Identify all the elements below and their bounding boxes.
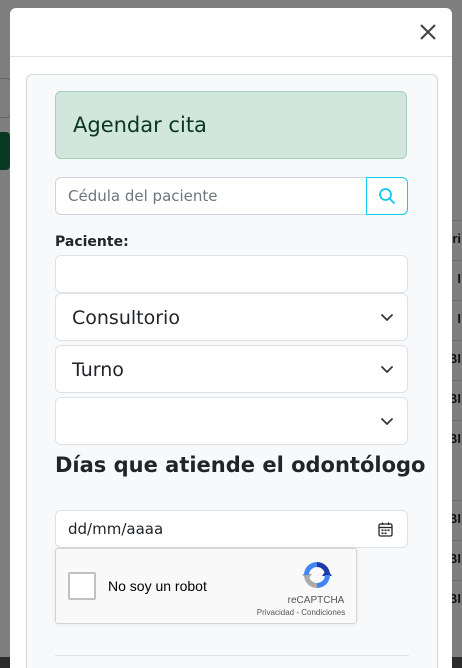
close-button[interactable]	[417, 21, 439, 43]
recaptcha-links: Privacidad - Condiciones	[246, 608, 356, 617]
patient-name-field[interactable]	[55, 255, 408, 293]
recaptcha-terms-link[interactable]: Condiciones	[301, 608, 345, 617]
chevron-down-icon	[381, 418, 393, 425]
appointment-form-card: Agendar cita Paciente: Consultorio Turno	[26, 74, 438, 668]
form-divider	[55, 655, 409, 656]
close-icon	[420, 24, 436, 40]
appointment-modal: Agendar cita Paciente: Consultorio Turno	[10, 8, 452, 668]
dentist-days-heading: Días que atiende el odontólogo	[55, 453, 426, 477]
appointment-date-input[interactable]: dd/mm/aaaa	[55, 510, 408, 548]
turno-select[interactable]: Turno	[55, 345, 408, 393]
recaptcha-checkbox[interactable]	[68, 572, 96, 600]
patient-id-input[interactable]	[55, 177, 367, 215]
search-button[interactable]	[366, 177, 408, 215]
date-value: dd/mm/aaaa	[68, 520, 164, 538]
chevron-down-icon	[381, 314, 393, 321]
modal-header	[10, 8, 452, 57]
chevron-down-icon	[381, 366, 393, 373]
recaptcha-privacy-link[interactable]: Privacidad	[257, 608, 294, 617]
recaptcha-logo-icon	[302, 562, 332, 588]
calendar-icon[interactable]	[378, 522, 393, 537]
recaptcha-widget: No soy un robot reCAPTCHA Privacidad - C…	[55, 548, 357, 624]
form-title: Agendar cita	[73, 113, 207, 137]
recaptcha-brand: reCAPTCHA	[287, 595, 345, 606]
patient-search-group	[55, 177, 409, 215]
consultorio-select[interactable]: Consultorio	[55, 293, 408, 341]
patient-label: Paciente:	[55, 234, 129, 250]
turno-selected: Turno	[72, 359, 124, 381]
search-icon	[379, 188, 395, 204]
third-select[interactable]	[55, 397, 408, 445]
form-title-alert: Agendar cita	[55, 91, 407, 159]
consultorio-selected: Consultorio	[72, 307, 180, 329]
recaptcha-label: No soy un robot	[108, 578, 207, 594]
